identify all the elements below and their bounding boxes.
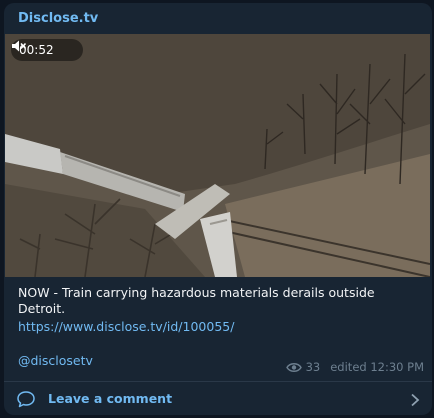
channel-name[interactable]: Disclose.tv xyxy=(18,11,98,26)
message-bubble: Disclose.tv 00:52 NOW - Train carrying h… xyxy=(4,3,432,415)
message-meta: 33 edited 12:30 PM xyxy=(285,360,424,374)
view-count: 33 xyxy=(305,360,321,374)
channel-handle-link[interactable]: @disclosetv xyxy=(18,353,93,368)
chevron-right-icon xyxy=(410,392,420,406)
video-status-pill[interactable]: 00:52 xyxy=(11,39,83,61)
eye-icon xyxy=(285,362,302,373)
leave-comment-button[interactable]: Leave a comment xyxy=(4,382,432,415)
comment-bubble-icon xyxy=(16,390,36,408)
video-frame xyxy=(5,34,430,277)
message-link[interactable]: https://www.disclose.tv/id/100055/ xyxy=(18,319,234,334)
message-caption: NOW - Train carrying hazardous materials… xyxy=(18,285,375,316)
leave-comment-label: Leave a comment xyxy=(48,391,173,406)
video-player[interactable]: 00:52 xyxy=(5,34,430,277)
muted-speaker-icon[interactable] xyxy=(12,40,75,57)
edited-timestamp: edited 12:30 PM xyxy=(330,360,424,374)
